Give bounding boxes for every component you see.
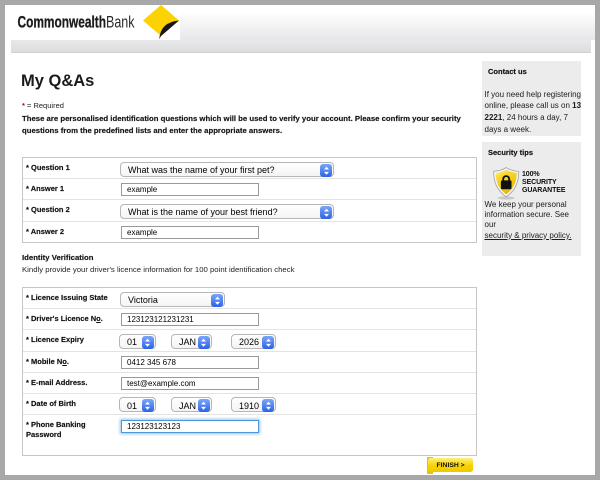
- svg-text:Commonwealth: Commonwealth: [18, 14, 107, 32]
- svg-text:Bank: Bank: [106, 14, 135, 32]
